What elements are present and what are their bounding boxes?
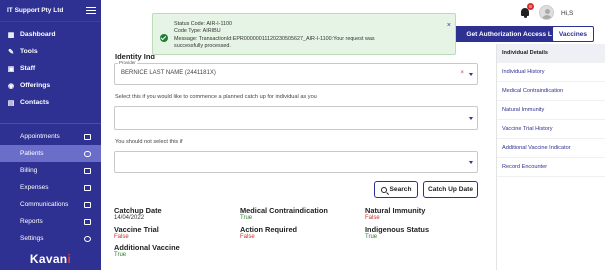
not-select-field[interactable] — [114, 151, 478, 173]
dashboard-icon: ▦ — [7, 31, 15, 39]
sidebar-item-communications[interactable]: Communications — [0, 196, 101, 213]
wrench-icon: ✎ — [8, 48, 14, 56]
medical-contraindication-info: Medical Contraindication True — [240, 206, 328, 221]
sidebar-item-label: Communications — [20, 201, 69, 208]
offerings-icon: ◉ — [7, 82, 15, 90]
kavani-logo: Kavani — [29, 252, 72, 266]
toast-message: Message: TransactionId:EPR00000011120230… — [174, 35, 375, 42]
expenses-icon — [84, 184, 91, 191]
check-icon — [160, 34, 168, 42]
tab-medical-contraindication[interactable]: Medical Contraindication — [497, 82, 605, 101]
tab-natural-immunity[interactable]: Natural Immunity — [497, 101, 605, 120]
notification-badge: 8 — [527, 3, 534, 10]
patients-icon — [84, 150, 91, 157]
avatar[interactable] — [539, 5, 554, 20]
reports-icon — [84, 218, 91, 225]
catchup-prompt: Select this if you would like to commenc… — [115, 94, 317, 100]
provider-label: Provider — [118, 60, 137, 65]
sidebar-item-label: Dashboard — [20, 31, 56, 38]
sidebar-header: IT Support Pty Ltd — [0, 0, 101, 22]
toast-status-code: Status Code: AIR-I-1100 — [174, 21, 233, 27]
clear-icon[interactable]: × — [460, 70, 464, 76]
tab-additional-vaccine-indicator[interactable]: Additional Vaccine Indicator — [497, 139, 605, 158]
sidebar-item-label: Patients — [20, 150, 44, 157]
tab-vaccine-trial-history[interactable]: Vaccine Trial History — [497, 120, 605, 139]
sidebar: IT Support Pty Ltd ▦ Dashboard ✎ Tools ▣… — [0, 0, 101, 270]
sidebar-item-label: Contacts — [20, 99, 50, 106]
sidebar-item-label: Appointments — [20, 133, 60, 140]
sidebar-item-label: Billing — [20, 167, 38, 174]
indigenous-status-info: Indigenous Status True — [365, 225, 430, 240]
sidebar-item-contacts[interactable]: ▤ Contacts — [0, 94, 101, 111]
sidebar-item-label: Expenses — [20, 184, 49, 191]
sidebar-item-reports[interactable]: Reports — [0, 213, 101, 230]
sidebar-item-label: Settings — [20, 235, 44, 242]
additional-vaccine-info: Additional Vaccine True — [114, 243, 180, 258]
sidebar-item-tools[interactable]: ✎ Tools — [0, 43, 101, 60]
catch-up-date-button[interactable]: Catch Up Date — [423, 181, 478, 198]
chevron-down-icon[interactable] — [469, 161, 473, 164]
contacts-icon: ▤ — [7, 99, 15, 107]
sidebar-divider — [0, 123, 101, 124]
not-select-prompt: You should not select this if — [115, 139, 183, 145]
chevron-down-icon[interactable] — [469, 73, 473, 76]
search-button[interactable]: Search — [374, 181, 418, 198]
sidebar-item-billing[interactable]: Billing — [0, 162, 101, 179]
natural-immunity-info: Natural Immunity False — [365, 206, 426, 221]
sidebar-item-patients[interactable]: Patients — [0, 145, 101, 162]
sidebar-item-staff[interactable]: ▣ Staff — [0, 60, 101, 77]
toast-code-type: Code Type: AIRIBU — [174, 28, 221, 35]
sidebar-item-label: Staff — [20, 65, 36, 72]
success-toast: Status Code: AIR-I-1100 Code Type: AIRIB… — [152, 13, 456, 55]
sidebar-item-appointments[interactable]: Appointments — [0, 128, 101, 145]
sidebar-item-dashboard[interactable]: ▦ Dashboard — [0, 26, 101, 43]
billing-icon — [84, 167, 91, 174]
staff-icon: ▣ — [7, 65, 15, 73]
sidebar-item-label: Tools — [20, 48, 38, 55]
vaccines-button[interactable]: Vaccines — [552, 26, 594, 42]
search-icon — [380, 186, 387, 193]
tab-individual-history[interactable]: Individual History — [497, 63, 605, 82]
vaccine-trial-info: Vaccine Trial False — [114, 225, 159, 240]
tab-record-encounter[interactable]: Record Encounter — [497, 158, 605, 177]
tab-individual-details[interactable]: Individual Details — [497, 44, 605, 63]
sidebar-item-offerings[interactable]: ◉ Offerings — [0, 77, 101, 94]
right-panel: Individual Details Individual History Me… — [496, 44, 605, 270]
chat-icon — [84, 201, 91, 208]
catchup-date-info: Catchup Date 14/04/2022 — [114, 206, 162, 221]
org-name: IT Support Pty Ltd — [7, 7, 64, 14]
menu-toggle-icon[interactable] — [86, 7, 96, 14]
sidebar-item-label: Reports — [20, 218, 43, 225]
sidebar-item-label: Offerings — [20, 82, 51, 89]
catchup-select[interactable] — [114, 106, 478, 130]
user-name[interactable]: Hi,S — [561, 10, 573, 17]
chevron-down-icon[interactable] — [469, 117, 473, 120]
sidebar-item-settings[interactable]: Settings — [0, 230, 101, 247]
provider-select[interactable]: Provider BERNICE LAST NAME (2441181X) × — [114, 60, 478, 85]
sidebar-item-expenses[interactable]: Expenses — [0, 179, 101, 196]
provider-value: BERNICE LAST NAME (2441181X) — [121, 70, 216, 76]
calendar-icon — [84, 133, 91, 140]
gear-icon — [84, 235, 91, 242]
toast-message-cont: successfully processed. — [174, 43, 231, 50]
close-icon[interactable]: × — [447, 22, 451, 29]
action-required-info: Action Required False — [240, 225, 298, 240]
